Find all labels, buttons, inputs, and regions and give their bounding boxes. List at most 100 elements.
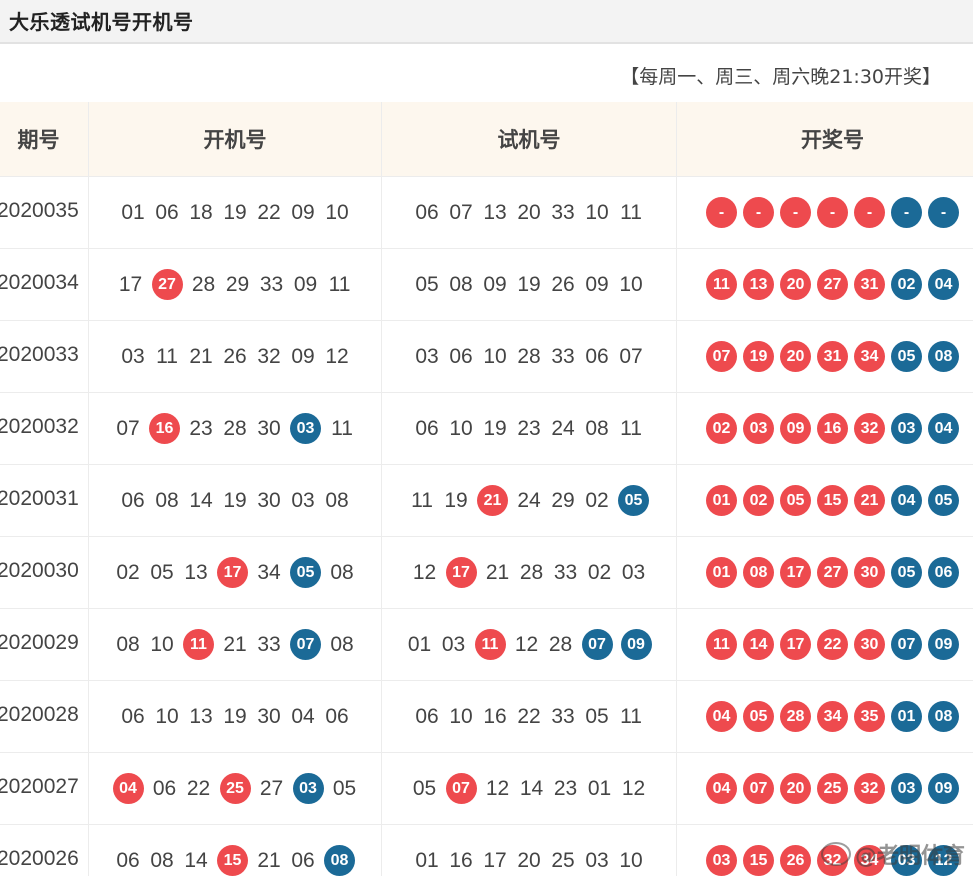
number: 08 [330, 632, 354, 656]
open-numbers-cell: 02 05 13 17 34 05 08 [88, 536, 382, 609]
draw-ball-list: 11 14 17 22 30 07 09 [706, 629, 959, 660]
trial-numbers-cell: 06 10 19 23 24 08 11 [381, 392, 677, 465]
number: 11 [620, 201, 642, 224]
red-ball: 05 [743, 701, 774, 732]
number: 03 [621, 560, 646, 584]
number: 24 [551, 417, 575, 440]
number: 08 [330, 560, 354, 584]
number: 22 [257, 201, 281, 224]
red-ball: 17 [780, 629, 811, 660]
red-ball: 27 [817, 557, 848, 588]
red-ball: 04 [706, 701, 737, 732]
table-row: 2020032 07 16 23 28 30 03 11 06 10 19 23 24 08 11 02 03 0… [0, 392, 973, 465]
number: 30 [257, 416, 281, 440]
number: 06 [449, 345, 473, 368]
number: 05 [415, 273, 439, 296]
number: 06 [415, 417, 439, 440]
number: 10 [585, 201, 609, 224]
open-numbers-cell: 06 10 13 19 30 04 06 [88, 680, 382, 753]
number: 11 [331, 416, 353, 440]
draw-ball-list: 07 19 20 31 34 05 08 [706, 341, 959, 372]
number: 08 [449, 273, 473, 296]
header-open-numbers: 开机号 [88, 102, 382, 177]
blue-ball-highlight: 03 [292, 773, 324, 804]
red-ball: - [817, 197, 848, 228]
number: 08 [325, 489, 349, 512]
trial-numbers-cell: 11 19 21 24 29 02 05 [381, 464, 677, 537]
number: 21 [257, 848, 281, 872]
open-number-list: 02 05 13 17 34 05 08 [115, 557, 355, 588]
weibo-logo-icon [820, 842, 851, 866]
number: 03 [291, 489, 315, 512]
number: 12 [412, 560, 437, 584]
blue-ball: 05 [928, 485, 959, 516]
red-ball: 04 [706, 773, 737, 804]
number: 22 [517, 705, 541, 728]
number: 10 [155, 705, 179, 728]
red-ball: 01 [706, 557, 737, 588]
red-ball-highlight: 21 [477, 485, 508, 516]
number: 10 [325, 201, 349, 224]
issue-number: 2020026 [0, 824, 89, 876]
red-ball: 15 [817, 485, 848, 516]
number: 08 [150, 848, 174, 872]
number: 33 [257, 632, 281, 656]
red-ball: 11 [706, 269, 737, 300]
trial-number-list: 05 07 12 14 23 01 12 [412, 773, 647, 804]
red-ball: - [743, 197, 774, 228]
red-ball: 07 [743, 773, 774, 804]
blue-ball: - [891, 197, 922, 228]
number: 13 [189, 705, 213, 728]
draw-numbers-cell: 01 08 17 27 30 05 06 [676, 536, 973, 609]
number: 07 [449, 201, 473, 224]
open-number-list: 01 06 18 19 22 09 10 [120, 201, 350, 225]
number: 19 [444, 488, 468, 512]
number: 28 [519, 560, 544, 584]
blue-ball: 03 [891, 413, 922, 444]
blue-ball: 02 [891, 269, 922, 300]
draw-numbers-cell: ------- [676, 176, 973, 249]
red-ball: 08 [743, 557, 774, 588]
table-header-row: 期号 开机号 试机号 开奖号 [0, 102, 973, 177]
number: 12 [514, 632, 539, 656]
table-row: 2020028 06 10 13 19 30 04 06 06 10 16 22 33 05 11 04 05 2… [0, 680, 973, 753]
number: 06 [325, 705, 349, 728]
number: 33 [551, 345, 575, 368]
number: 09 [483, 273, 507, 296]
blue-ball: 04 [928, 269, 959, 300]
trial-numbers-cell: 12 17 21 28 33 02 03 [381, 536, 677, 609]
number: 30 [257, 705, 281, 728]
number: 11 [328, 272, 351, 296]
number: 09 [291, 201, 315, 224]
number: 07 [619, 345, 643, 368]
trial-numbers-cell: 06 07 13 20 33 10 11 [381, 176, 677, 249]
number: 20 [517, 849, 541, 872]
header-trial-numbers: 试机号 [381, 102, 677, 177]
issue-number: 2020033 [0, 320, 89, 393]
red-ball: 31 [854, 269, 885, 300]
red-ball: 02 [743, 485, 774, 516]
red-ball: - [780, 197, 811, 228]
lottery-page: 大乐透试机号开机号 【每周一、周三、周六晚21:30开奖】 期号 开机号 试机号… [0, 0, 973, 876]
red-ball: 16 [817, 413, 848, 444]
number: 12 [485, 776, 510, 800]
red-ball: 03 [743, 413, 774, 444]
red-ball: 13 [743, 269, 774, 300]
table-row: 2020029 08 10 11 21 33 07 08 01 03 11 12 28 07 09 11 14 1… [0, 608, 973, 681]
number: 22 [186, 776, 211, 800]
blue-ball: 05 [891, 341, 922, 372]
blue-ball-highlight: 03 [290, 413, 321, 444]
number: 01 [587, 776, 612, 800]
trial-number-list: 01 16 17 20 25 03 10 [414, 849, 644, 873]
number: 28 [223, 416, 247, 440]
blue-ball-highlight: 07 [290, 629, 321, 660]
red-ball: 21 [854, 485, 885, 516]
draw-numbers-cell: 04 05 28 34 35 01 08 [676, 680, 973, 753]
number: 02 [116, 560, 140, 584]
issue-number: 2020034 [0, 248, 89, 321]
red-ball: 02 [706, 413, 737, 444]
number: 08 [155, 489, 179, 512]
draw-ball-list: 04 07 20 25 32 03 09 [706, 773, 959, 804]
open-numbers-cell: 08 10 11 21 33 07 08 [88, 608, 382, 681]
number: 11 [156, 345, 178, 368]
